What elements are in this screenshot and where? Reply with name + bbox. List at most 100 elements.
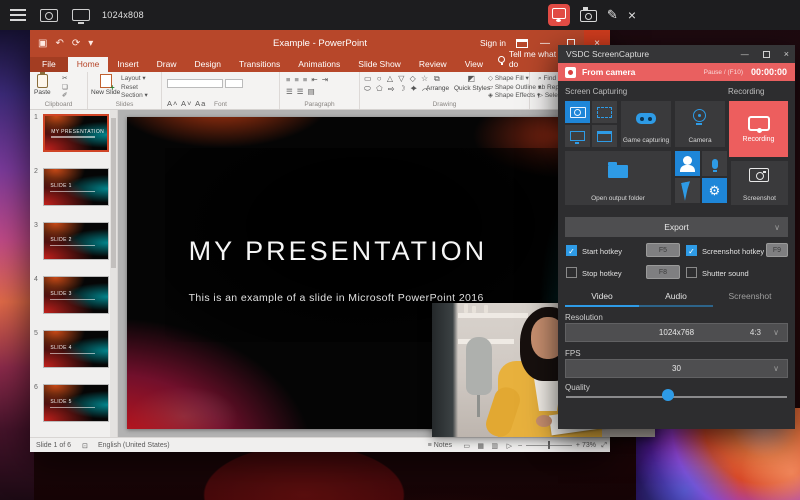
- ribbon: Paste ✂ ❏ ✐ Clipboard New Slide Layout ▾…: [30, 72, 610, 110]
- vsdc-minimize-button[interactable]: —: [741, 50, 749, 59]
- vsdc-titlebar: VSDC ScreenCapture — ×: [558, 45, 795, 63]
- fps-select[interactable]: 30 ∨: [565, 359, 788, 378]
- view-slideshow-button[interactable]: ▷: [507, 442, 512, 450]
- recording-button[interactable]: Recording: [729, 101, 788, 157]
- slide-subtitle[interactable]: This is an example of a slide in Microso…: [189, 292, 568, 304]
- camera-capture-button[interactable]: Camera: [675, 101, 725, 147]
- monitor-capture-button[interactable]: [565, 125, 590, 147]
- screenshot-camera-icon: [749, 168, 769, 182]
- tab-slideshow[interactable]: Slide Show: [349, 57, 410, 72]
- start-hotkey-field[interactable]: F5: [646, 243, 680, 257]
- slide-thumbnail-1[interactable]: MY PRESENTATION: [43, 114, 109, 152]
- stop-hotkey-label: Stop hotkey: [582, 269, 622, 278]
- tab-audio[interactable]: Audio: [639, 291, 713, 307]
- cursor-capture-toggle[interactable]: [675, 178, 700, 203]
- tab-transitions[interactable]: Transitions: [230, 57, 289, 72]
- tab-view[interactable]: View: [456, 57, 492, 72]
- fullscreen-capture-button[interactable]: [565, 101, 590, 123]
- aspect-ratio: 4:3: [750, 328, 761, 337]
- tab-design[interactable]: Design: [186, 57, 230, 72]
- start-hotkey-checkbox[interactable]: ✓: [566, 245, 577, 256]
- window-capture-button[interactable]: [592, 125, 617, 147]
- recording-icon: [748, 116, 770, 131]
- thumbnails-scrollbar[interactable]: [110, 110, 117, 437]
- webcam-overlay-toggle[interactable]: [675, 151, 700, 176]
- arrange-button[interactable]: ⧉Arrange: [426, 74, 449, 92]
- shapes-row1[interactable]: ▭ ○ △ ▽ ◇ ☆: [364, 74, 430, 84]
- game-capturing-button[interactable]: Game capturing: [621, 101, 671, 147]
- slide-thumbnail-6[interactable]: SLIDE 5: [43, 384, 109, 422]
- accessibility-icon[interactable]: ⊡: [82, 442, 88, 450]
- screen-capture-icon[interactable]: [40, 9, 58, 22]
- zoom-in-button[interactable]: +: [576, 442, 580, 449]
- view-normal-button[interactable]: ▭: [463, 442, 470, 450]
- settings-button[interactable]: ⚙: [702, 178, 727, 203]
- person-hand: [536, 415, 552, 427]
- vsdc-maximize-button[interactable]: [763, 51, 770, 58]
- slide-thumbnail-2[interactable]: SLIDE 1: [43, 168, 109, 206]
- paste-button[interactable]: Paste: [34, 74, 51, 96]
- quality-slider-thumb[interactable]: [662, 389, 674, 401]
- layout-button[interactable]: Layout ▾: [121, 75, 148, 84]
- ribbon-display-options-icon[interactable]: [516, 39, 528, 48]
- quick-styles-button[interactable]: ◩Quick Styles: [454, 74, 490, 92]
- capture-close-icon[interactable]: ×: [628, 7, 636, 23]
- sign-in-button[interactable]: Sign in: [480, 38, 506, 48]
- tab-video[interactable]: Video: [565, 291, 639, 307]
- group-drawing: ▭ ○ △ ▽ ◇ ☆ ⬭ ⬠ ⇨ ☽ ✦ ⌒ ⧉Arrange ◩Quick …: [360, 72, 530, 109]
- cut-button[interactable]: ✂: [62, 75, 68, 84]
- group-clipboard: Paste ✂ ❏ ✐ Clipboard: [30, 72, 88, 109]
- slides-mini-buttons: Layout ▾ Reset Section ▾: [121, 75, 148, 101]
- section-recording: Recording: [728, 87, 764, 96]
- shutter-sound-checkbox[interactable]: [686, 267, 697, 278]
- slide-thumbnail-3[interactable]: SLIDE 2: [43, 222, 109, 260]
- vsdc-close-button[interactable]: ×: [784, 49, 789, 59]
- paragraph-row1[interactable]: ≡ ≡ ≡ ⇤ ⇥: [286, 75, 329, 84]
- gamepad-icon: [636, 113, 656, 124]
- slide-thumbnail-5[interactable]: SLIDE 4: [43, 330, 109, 368]
- export-button[interactable]: Export ∨: [565, 217, 788, 237]
- zoom-level[interactable]: 73%: [582, 442, 596, 449]
- shapes-row2[interactable]: ⬭ ⬠ ⇨ ☽ ✦ ⌒: [364, 84, 430, 94]
- draw-pen-icon[interactable]: ✎: [607, 7, 618, 23]
- stop-hotkey-checkbox[interactable]: [566, 267, 577, 278]
- microphone-toggle[interactable]: [702, 151, 727, 176]
- screenshot-hotkey-label: Screenshot hotkey: [702, 247, 764, 256]
- group-font: A˄ A˅ Aa B I U S ab A∕ Font: [162, 72, 280, 109]
- slide-title[interactable]: MY PRESENTATION: [189, 236, 568, 267]
- reset-button[interactable]: Reset: [121, 84, 148, 93]
- tab-file[interactable]: File: [30, 57, 68, 72]
- dress-form: [466, 337, 492, 395]
- resolution-select[interactable]: 1024x768 4:3 ∨: [565, 323, 788, 342]
- paragraph-row2[interactable]: ☰ ☰ ▤: [286, 87, 329, 96]
- tab-draw[interactable]: Draw: [148, 57, 186, 72]
- view-reading-button[interactable]: ▥: [491, 442, 498, 450]
- screenshot-hotkey-field[interactable]: F9: [766, 243, 788, 257]
- quality-slider[interactable]: [566, 396, 787, 398]
- section-button[interactable]: Section ▾: [121, 92, 148, 101]
- tab-insert[interactable]: Insert: [108, 57, 147, 72]
- fit-to-window-button[interactable]: ⤢: [601, 442, 607, 450]
- menu-icon[interactable]: [10, 9, 26, 21]
- open-output-folder-button[interactable]: Open output folder: [565, 151, 671, 205]
- tab-home[interactable]: Home: [68, 57, 109, 72]
- record-button[interactable]: [548, 4, 570, 26]
- tab-screenshot[interactable]: Screenshot: [713, 291, 787, 305]
- zoom-slider-thumb[interactable]: [548, 441, 551, 449]
- zoom-out-button[interactable]: –: [518, 442, 522, 449]
- language-indicator[interactable]: English (United States): [98, 442, 170, 449]
- format-painter-button[interactable]: ✐: [62, 92, 68, 101]
- screenshot-hotkey-checkbox[interactable]: ✓: [686, 245, 697, 256]
- stop-hotkey-field[interactable]: F8: [646, 265, 680, 279]
- view-sorter-button[interactable]: ▦: [477, 442, 484, 450]
- notes-button[interactable]: ≡ Notes: [428, 442, 452, 449]
- snapshot-icon[interactable]: [580, 10, 597, 22]
- tab-animations[interactable]: Animations: [289, 57, 349, 72]
- copy-button[interactable]: ❏: [62, 84, 68, 93]
- slide-thumbnail-4[interactable]: SLIDE 3: [43, 276, 109, 314]
- screenshot-button[interactable]: Screenshot: [731, 161, 788, 205]
- region-capture-button[interactable]: [592, 101, 617, 123]
- new-slide-button[interactable]: New Slide: [91, 74, 120, 96]
- tab-review[interactable]: Review: [410, 57, 456, 72]
- display-icon[interactable]: [72, 9, 90, 21]
